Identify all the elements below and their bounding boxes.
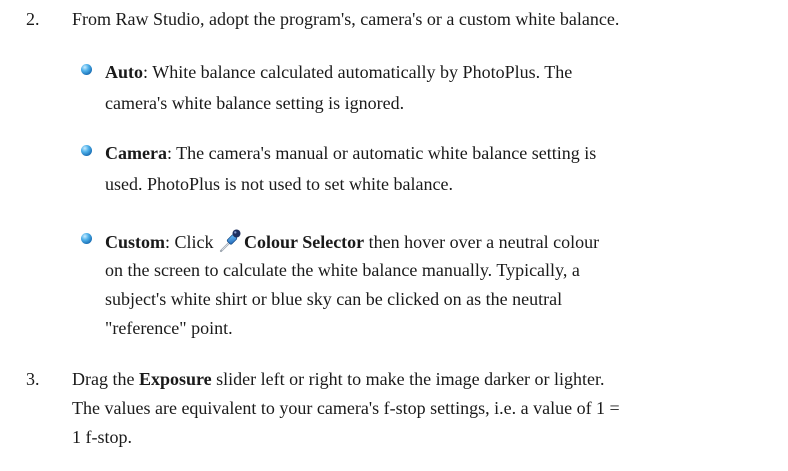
bullet-custom-line-2: on the screen to calculate the white bal… xyxy=(105,260,580,280)
step-number: 3. xyxy=(26,369,40,389)
click-text: Click xyxy=(170,232,219,252)
bullet-custom-line-1: Custom: Click Colour Selector then hover… xyxy=(105,228,765,255)
step-3-description: slider left or right to make the image d… xyxy=(211,369,605,389)
colour-selector-icon xyxy=(218,228,242,254)
bullet-custom-description: then hover over a neutral colour xyxy=(364,232,600,252)
step-3-line-1: Drag the Exposure slider left or right t… xyxy=(72,366,782,392)
bullet-custom-line-4: "reference" point. xyxy=(105,318,233,338)
bullet-icon xyxy=(81,145,92,156)
bullet-auto-description: White balance calculated automatically b… xyxy=(148,62,573,82)
step-text: From Raw Studio, adopt the program's, ca… xyxy=(72,9,620,29)
step-number: 2. xyxy=(26,9,40,29)
bullet-icon xyxy=(81,64,92,75)
step-3-line-2: The values are equivalent to your camera… xyxy=(72,398,620,418)
drag-text: Drag the xyxy=(72,369,139,389)
term-custom: Custom xyxy=(105,232,166,252)
step-3-line-3: 1 f-stop. xyxy=(72,427,132,447)
bullet-auto-line-2: camera's white balance setting is ignore… xyxy=(105,93,405,113)
term-auto: Auto xyxy=(105,62,144,82)
bullet-camera-description: The camera's manual or automatic white b… xyxy=(172,143,597,163)
bullet-camera-line-2: used. PhotoPlus is not used to set white… xyxy=(105,174,453,194)
bullet-camera-line-1: Camera: The camera's manual or automatic… xyxy=(105,140,765,166)
bullet-custom-line-3: subject's white shirt or blue sky can be… xyxy=(105,289,563,309)
colour-selector-label: Colour Selector xyxy=(244,232,365,252)
bullet-icon xyxy=(81,233,92,244)
bullet-auto-line-1: Auto: White balance calculated automatic… xyxy=(105,59,765,85)
document-page: 2. From Raw Studio, adopt the program's,… xyxy=(0,0,788,471)
term-camera: Camera xyxy=(105,143,167,163)
exposure-label: Exposure xyxy=(138,369,212,389)
